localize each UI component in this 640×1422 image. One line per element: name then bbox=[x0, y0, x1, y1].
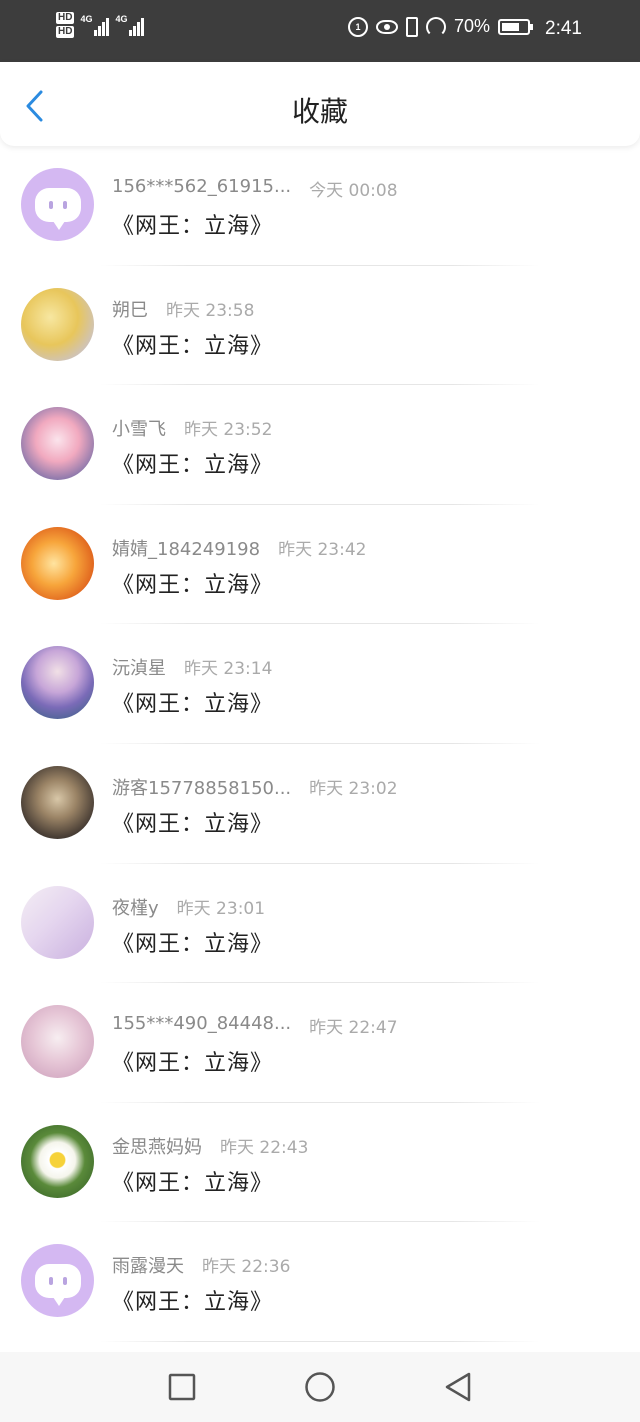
username: 沅湞星 bbox=[112, 658, 166, 680]
page-title: 收藏 bbox=[291, 95, 348, 128]
data-saver-icon: 1 bbox=[347, 16, 368, 37]
avatar[interactable] bbox=[21, 526, 94, 600]
username: 朔巳 bbox=[112, 299, 148, 321]
vibrate-icon bbox=[405, 16, 418, 37]
back-triangle-icon bbox=[445, 1372, 471, 1402]
username: 小雪飞 bbox=[112, 419, 166, 441]
item-meta: 游客15778858150... 昨天 23:02 bbox=[112, 774, 398, 800]
username: 金思燕妈妈 bbox=[112, 1136, 202, 1158]
book-title[interactable]: 《网王：立海》 bbox=[112, 328, 273, 360]
list-item[interactable]: 游客15778858150... 昨天 23:02 《网王：立海》 bbox=[0, 744, 640, 864]
avatar[interactable] bbox=[21, 1005, 94, 1079]
book-title[interactable]: 《网王：立海》 bbox=[112, 208, 273, 240]
avatar[interactable] bbox=[21, 1244, 94, 1318]
book-title[interactable]: 《网王：立海》 bbox=[112, 447, 273, 479]
back-nav-button[interactable] bbox=[438, 1367, 478, 1407]
list-item[interactable]: 沅湞星 昨天 23:14 《网王：立海》 bbox=[0, 624, 640, 744]
timestamp: 今天 00:08 bbox=[309, 181, 398, 201]
timestamp: 昨天 23:14 bbox=[184, 659, 273, 680]
list-item[interactable]: 155***490_84448... 昨天 22:47 《网王：立海》 bbox=[0, 983, 640, 1103]
system-nav-bar bbox=[0, 1352, 640, 1422]
list-item[interactable]: 夜槿y 昨天 23:01 《网王：立海》 bbox=[0, 864, 640, 984]
favorites-list: 156***562_61915... 今天 00:08 《网王：立海》 朔巳 昨天 23… bbox=[0, 146, 640, 1342]
list-item[interactable]: 婧婧_184249198 昨天 23:42 《网王：立海》 bbox=[0, 505, 640, 625]
battery-percent: 70% bbox=[453, 16, 490, 36]
timestamp: 昨天 22:36 bbox=[202, 1257, 291, 1278]
home-button[interactable] bbox=[300, 1367, 340, 1407]
timestamp: 昨天 22:43 bbox=[220, 1137, 309, 1158]
timestamp: 昨天 23:52 bbox=[184, 420, 273, 441]
item-meta: 婧婧_184249198 昨天 23:42 bbox=[112, 535, 366, 561]
avatar[interactable] bbox=[21, 287, 94, 361]
battery-icon bbox=[498, 18, 533, 35]
signal-icon: 4G bbox=[115, 14, 145, 36]
signal-icon: 4G bbox=[80, 14, 110, 36]
list-item[interactable]: 朔巳 昨天 23:58 《网王：立海》 bbox=[0, 266, 640, 386]
username: 婧婧_184249198 bbox=[112, 538, 261, 560]
item-meta: 朔巳 昨天 23:58 bbox=[112, 296, 254, 322]
avatar[interactable] bbox=[21, 168, 94, 241]
timestamp: 昨天 23:02 bbox=[309, 778, 398, 799]
timestamp: 昨天 23:42 bbox=[278, 539, 367, 560]
home-circle-icon bbox=[305, 1372, 335, 1402]
hd-badge: HD bbox=[56, 26, 75, 38]
status-bar: HD HD 4G 4G 1 70% 2:41 bbox=[0, 0, 640, 62]
signal-group: HD HD 4G 4G bbox=[56, 12, 145, 38]
book-title[interactable]: 《网王：立海》 bbox=[112, 1045, 273, 1077]
item-meta: 雨露漫天 昨天 22:36 bbox=[112, 1252, 290, 1278]
hd-badge: HD bbox=[56, 12, 75, 24]
chat-bubble-icon bbox=[34, 187, 81, 230]
item-meta: 156***562_61915... 今天 00:08 bbox=[112, 176, 398, 201]
book-title[interactable]: 《网王：立海》 bbox=[112, 926, 273, 958]
item-meta: 夜槿y 昨天 23:01 bbox=[112, 894, 265, 920]
item-meta: 小雪飞 昨天 23:52 bbox=[112, 415, 272, 441]
username: 雨露漫天 bbox=[112, 1256, 184, 1278]
book-title[interactable]: 《网王：立海》 bbox=[112, 1165, 273, 1197]
list-item[interactable]: 小雪飞 昨天 23:52 《网王：立海》 bbox=[0, 385, 640, 505]
clock: 2:41 bbox=[545, 18, 582, 39]
eye-comfort-icon bbox=[375, 19, 398, 34]
item-meta: 沅湞星 昨天 23:14 bbox=[112, 654, 272, 680]
username: 156***562_61915... bbox=[112, 176, 292, 197]
timestamp: 昨天 22:47 bbox=[309, 1018, 398, 1039]
avatar[interactable] bbox=[21, 407, 94, 481]
username: 夜槿y bbox=[112, 897, 159, 919]
avatar[interactable] bbox=[21, 765, 94, 839]
recents-button[interactable] bbox=[162, 1367, 202, 1407]
item-meta: 155***490_84448... 昨天 22:47 bbox=[112, 1013, 398, 1038]
header: 收藏 bbox=[0, 62, 640, 146]
book-title[interactable]: 《网王：立海》 bbox=[112, 1284, 273, 1316]
list-item[interactable]: 156***562_61915... 今天 00:08 《网王：立海》 bbox=[0, 146, 640, 266]
status-icons: 1 70% bbox=[347, 16, 533, 37]
username: 游客15778858150... bbox=[112, 777, 292, 799]
book-title[interactable]: 《网王：立海》 bbox=[112, 567, 273, 599]
item-meta: 金思燕妈妈 昨天 22:43 bbox=[112, 1133, 308, 1159]
avatar[interactable] bbox=[21, 1124, 94, 1198]
timestamp: 昨天 23:58 bbox=[166, 300, 255, 321]
recents-square-icon bbox=[168, 1373, 196, 1401]
speed-icon bbox=[425, 16, 446, 37]
list-item[interactable]: 雨露漫天 昨天 22:36 《网王：立海》 bbox=[0, 1222, 640, 1342]
timestamp: 昨天 23:01 bbox=[176, 898, 266, 919]
book-title[interactable]: 《网王：立海》 bbox=[112, 686, 273, 718]
chat-bubble-icon bbox=[34, 1263, 81, 1306]
avatar[interactable] bbox=[21, 646, 94, 720]
avatar[interactable] bbox=[21, 885, 94, 959]
book-title[interactable]: 《网王：立海》 bbox=[112, 806, 273, 838]
username: 155***490_84448... bbox=[112, 1013, 292, 1035]
list-item[interactable]: 金思燕妈妈 昨天 22:43 《网王：立海》 bbox=[0, 1103, 640, 1223]
divider bbox=[100, 1340, 540, 1342]
